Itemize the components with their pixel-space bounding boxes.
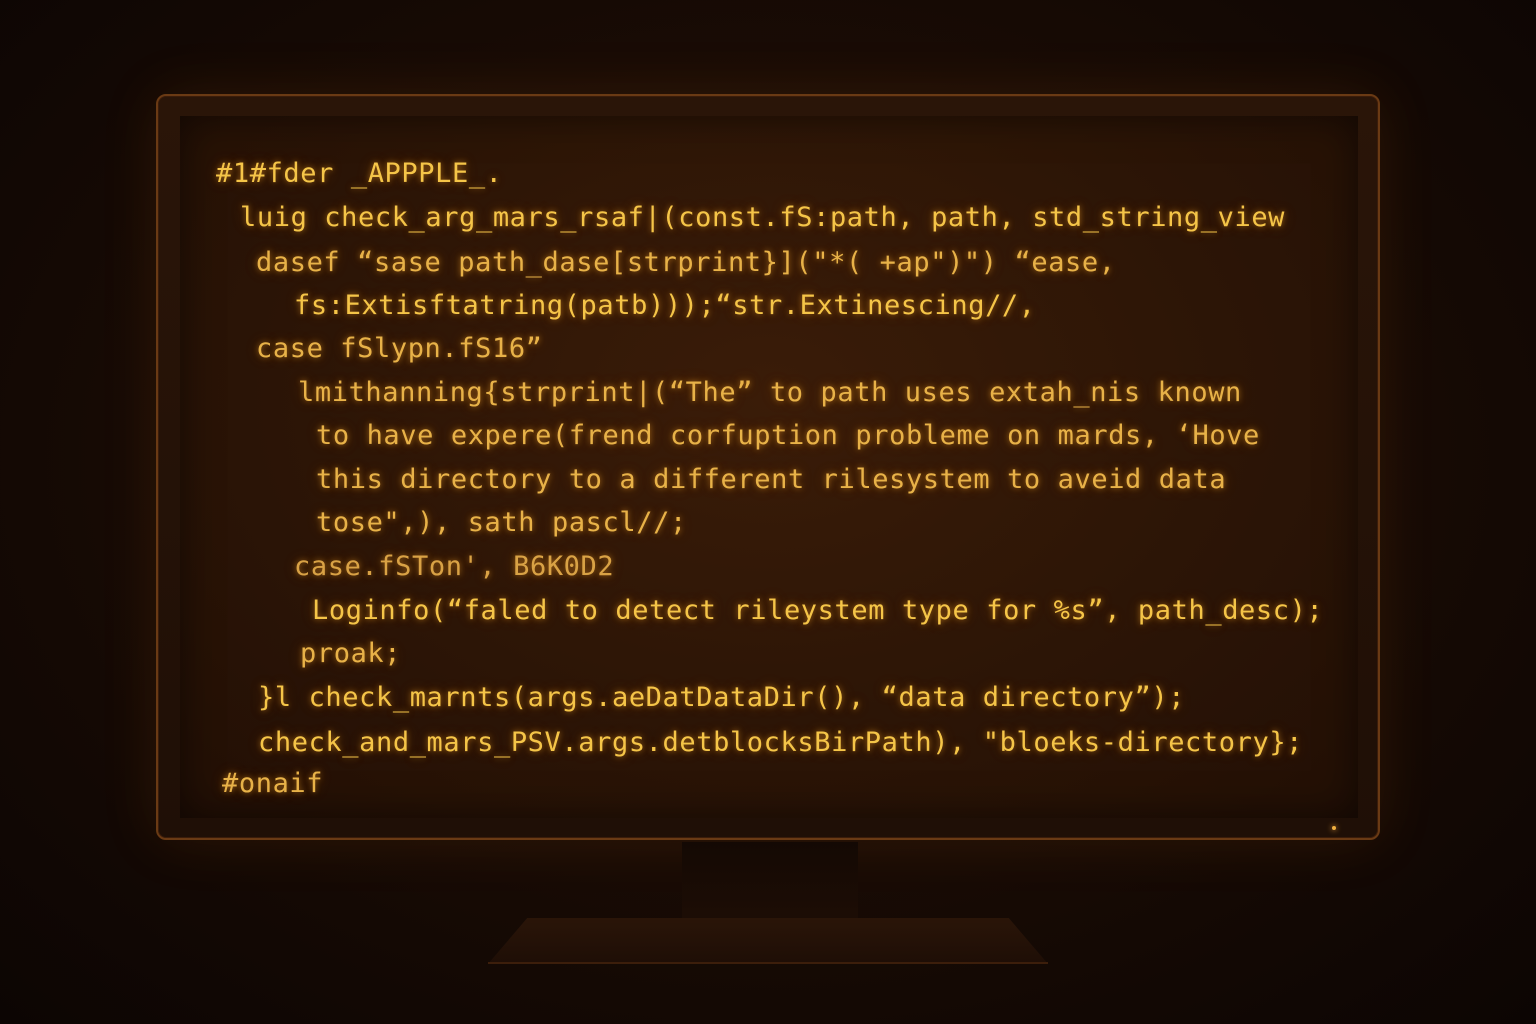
code-line-7: to have expere(frend corfuption probleme… xyxy=(316,420,1260,451)
monitor-stand-base-edge xyxy=(488,962,1048,964)
code-line-3: dasef “sase path_dase[strprint}]("*( +ap… xyxy=(256,247,1116,278)
code-line-6: lmithanning{strprint|(“The” to path uses… xyxy=(298,377,1242,408)
code-line-9: tose",), sath pascl//; xyxy=(316,507,687,538)
monitor-stand-base xyxy=(488,918,1048,964)
code-line-5: case fSlypn.fS16” xyxy=(256,333,543,364)
code-line-11: Loginfo(“faled to detect rileystem type … xyxy=(312,595,1324,626)
code-line-10: case.fSTon', B6K0D2 xyxy=(294,551,615,582)
code-line-4: fs:Extisftatring(patb)));“str.Extinescin… xyxy=(294,290,1036,321)
code-line-12: proak; xyxy=(300,638,402,669)
code-line-1: #1#fder _APPPLE_. xyxy=(216,158,503,189)
code-line-13: }l check_marnts(args.aeDatDataDir(), “da… xyxy=(258,682,1186,713)
code-line-14: check_and_mars_PSV.args.detblocksBirPath… xyxy=(258,727,1304,758)
code-line-8: this directory to a different rilesystem… xyxy=(316,464,1227,495)
code-line-15: #onaif xyxy=(222,768,324,799)
power-led-icon xyxy=(1332,826,1336,830)
code-line-2: luig check_arg_mars_rsaf|(const.fS:path,… xyxy=(240,202,1286,233)
